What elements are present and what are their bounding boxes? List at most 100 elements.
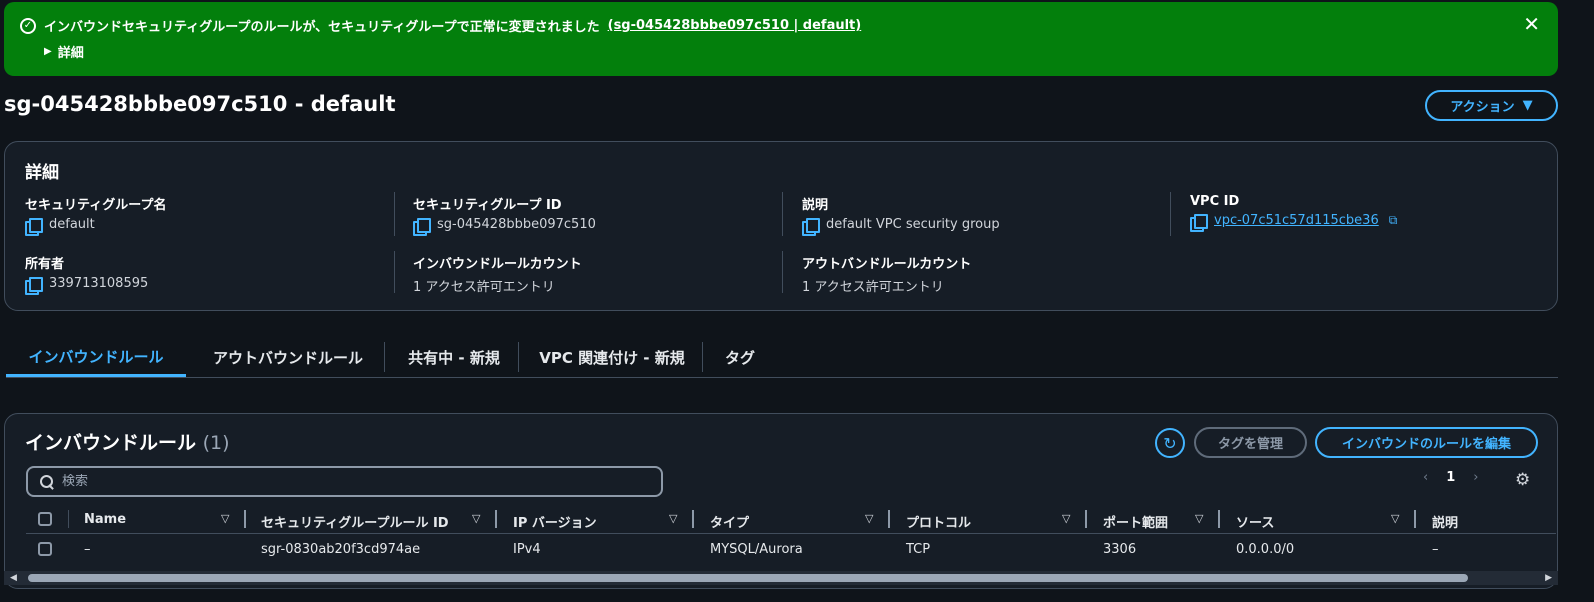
column-resizer[interactable] [1085,510,1087,528]
column-header-ip-version[interactable]: IP バージョン [513,512,597,531]
sort-icon[interactable]: ▽ [1391,512,1399,525]
copy-icon[interactable] [802,217,820,236]
field-description: 説明 default VPC security group [802,194,1000,236]
copy-icon[interactable] [1190,213,1208,232]
page-number[interactable]: 1 [1446,470,1455,485]
field-value: default VPC security group [826,217,1000,232]
horizontal-scrollbar[interactable]: ◀ ▶ [4,571,1558,585]
cell-type: MYSQL/Aurora [710,542,803,557]
next-page-icon[interactable]: › [1473,470,1478,485]
row-checkbox[interactable] [38,542,52,556]
field-value: sg-045428bbbe097c510 [437,217,596,232]
flash-message-row: ✓ インバウンドセキュリティグループのルールが、セキュリティグループで正常に変更… [20,16,861,35]
field-sg-id: セキュリティグループ ID sg-045428bbbe097c510 [413,194,596,236]
caret-down-icon: ▼ [1522,98,1533,113]
search-field [26,466,663,497]
column-resizer[interactable] [888,510,890,528]
copy-icon[interactable] [413,217,431,236]
column-header-rule-id[interactable]: セキュリティグループルール ID [261,512,449,531]
cell-description: – [1432,542,1439,557]
tab-tags[interactable]: タグ [708,338,772,376]
cell-rule-id: sgr-0830ab20f3cd974ae [261,542,421,557]
check-circle-icon: ✓ [20,17,36,34]
table-header: Name ▽ セキュリティグループルール ID ▽ IP バージョン ▽ タイプ… [26,508,1556,534]
field-label: セキュリティグループ名 [25,198,167,213]
cell-port-range: 3306 [1103,542,1137,557]
tab-vpc-associations[interactable]: VPC 関連付け - 新規 [524,338,700,376]
actions-button[interactable]: アクション ▼ [1425,90,1558,121]
scroll-right-icon[interactable]: ▶ [1545,573,1552,583]
column-header-port-range[interactable]: ポート範囲 [1103,512,1168,531]
page-title: sg-045428bbbe097c510 - default [4,92,396,116]
flash-details-toggle[interactable]: ▶ 詳細 [44,42,84,61]
sort-icon[interactable]: ▽ [1195,512,1203,525]
column-resizer[interactable] [1414,510,1416,528]
close-icon[interactable]: ✕ [1523,14,1540,34]
refresh-button[interactable]: ↻ [1155,428,1185,458]
column-resizer[interactable] [244,510,246,528]
column-resizer[interactable] [495,510,497,528]
inbound-rules-panel: インバウンドルール (1) ↻ タグを管理 インバウンドのルールを編集 ‹ 1 … [4,413,1558,589]
tab-separator [702,342,703,372]
search-icon [40,474,54,489]
column-separator [68,510,69,528]
field-label: VPC ID [1190,194,1240,209]
column-header-type[interactable]: タイプ [710,512,749,531]
copy-icon[interactable] [25,217,43,236]
divider [394,251,395,293]
column-header-name[interactable]: Name [84,512,126,527]
field-sg-name: セキュリティグループ名 default [25,194,167,236]
cell-name: – [84,542,91,557]
refresh-icon: ↻ [1163,433,1177,453]
gear-icon[interactable]: ⚙ [1515,470,1530,490]
field-label: 所有者 [25,257,65,272]
tab-outbound-rules[interactable]: アウトバウンドルール [196,338,380,376]
pagination: ‹ 1 › [1423,470,1478,485]
flash-details-label: 詳細 [57,46,84,61]
table-row[interactable]: – sgr-0830ab20f3cd974ae IPv4 MYSQL/Auror… [26,538,1556,564]
caret-right-icon: ▶ [44,46,52,57]
column-resizer[interactable] [692,510,694,528]
sort-icon[interactable]: ▽ [472,512,480,525]
rules-heading-text: インバウンドルール [25,432,197,454]
prev-page-icon[interactable]: ‹ [1423,470,1428,485]
manage-tags-button[interactable]: タグを管理 [1194,427,1307,458]
field-vpc-id: VPC ID vpc-07c51c57d115cbe36 ⧉ [1190,194,1398,232]
scrollbar-thumb[interactable] [28,574,1468,582]
actions-button-label: アクション [1450,100,1515,115]
field-label: インバウンドルールカウント [413,257,582,272]
edit-inbound-rules-button[interactable]: インバウンドのルールを編集 [1315,427,1538,458]
copy-icon[interactable] [25,276,43,295]
divider [1170,192,1171,236]
field-value: 1 アクセス許可エントリ [802,280,944,295]
sort-icon[interactable]: ▽ [1062,512,1070,525]
divider [394,192,395,236]
tab-inbound-rules[interactable]: インバウンドルール [6,338,186,377]
field-value: 339713108595 [49,276,149,291]
vpc-id-link[interactable]: vpc-07c51c57d115cbe36 [1214,213,1379,228]
tab-sharing[interactable]: 共有中 - 新規 [390,338,518,376]
select-all-checkbox[interactable] [38,512,52,526]
tab-separator [384,342,385,372]
tab-separator [518,342,519,372]
cell-ip-version: IPv4 [513,542,541,557]
scroll-left-icon[interactable]: ◀ [10,573,17,583]
field-value: default [49,217,95,232]
flash-sg-link[interactable]: (sg-045428bbbe097c510 | default) [608,18,862,33]
search-input[interactable] [62,474,622,489]
sort-icon[interactable]: ▽ [669,512,677,525]
sort-icon[interactable]: ▽ [865,512,873,525]
column-header-source[interactable]: ソース [1236,512,1274,531]
field-label: アウトバンドルールカウント [802,257,972,272]
rules-heading: インバウンドルール (1) [25,428,230,455]
divider [782,192,783,236]
column-resizer[interactable] [1218,510,1220,528]
success-flash-banner: ✓ インバウンドセキュリティグループのルールが、セキュリティグループで正常に変更… [4,2,1558,76]
sort-icon[interactable]: ▽ [221,512,229,525]
column-header-protocol[interactable]: プロトコル [906,512,971,531]
external-link-icon: ⧉ [1388,213,1398,227]
cell-protocol: TCP [906,542,931,557]
details-heading: 詳細 [25,163,59,183]
column-header-description[interactable]: 説明 [1432,512,1458,531]
field-inbound-count: インバウンドルールカウント 1 アクセス許可エントリ [413,253,582,295]
